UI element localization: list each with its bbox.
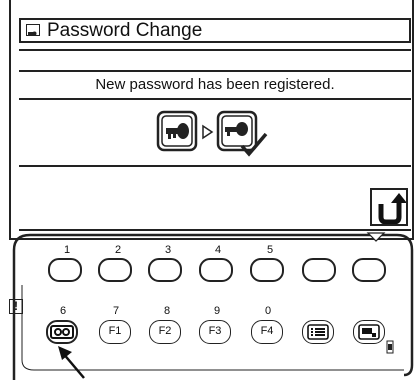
page-title: Password Change <box>47 20 203 41</box>
cassette-icon <box>50 325 74 339</box>
key-number-label: 1 <box>63 244 71 256</box>
divider <box>19 70 411 72</box>
key-status-graphic <box>156 110 268 157</box>
cassette-key[interactable] <box>46 320 78 344</box>
key-number-label: 7 <box>112 305 120 317</box>
key-number-label: 8 <box>163 305 171 317</box>
menu-list-icon <box>307 324 329 340</box>
divider <box>19 165 411 167</box>
warning-icon: ! <box>9 299 23 314</box>
status-message: New password has been registered. <box>95 76 335 93</box>
softkey-7[interactable] <box>352 258 386 282</box>
key-number-label: 0 <box>264 305 272 317</box>
softkey-1[interactable] <box>48 258 82 282</box>
softkey-4[interactable] <box>199 258 233 282</box>
divider <box>19 98 411 100</box>
f2-key[interactable]: F2 <box>149 320 181 344</box>
softkey-6[interactable] <box>302 258 336 282</box>
divider <box>19 49 411 51</box>
title-bar: Password Change <box>19 18 411 43</box>
menu-key[interactable] <box>302 320 334 344</box>
key-check-icon <box>216 110 268 157</box>
display-screen: Password Change New password has been re… <box>9 0 414 240</box>
return-arrow-icon <box>378 193 407 225</box>
f4-key[interactable]: F4 <box>251 320 283 344</box>
key-number-label: 5 <box>266 244 274 256</box>
f1-key[interactable]: F1 <box>99 320 131 344</box>
key-number-label: 2 <box>114 244 122 256</box>
indicator-icon <box>386 340 394 354</box>
return-button[interactable] <box>370 188 408 226</box>
softkey-2[interactable] <box>98 258 132 282</box>
key-card-icon <box>26 24 40 36</box>
arrow-right-icon <box>202 124 214 140</box>
softkey-5[interactable] <box>250 258 284 282</box>
key-number-label: 6 <box>59 305 67 317</box>
key-locked-icon <box>156 110 198 152</box>
key-number-label: 4 <box>214 244 222 256</box>
key-number-label: 3 <box>164 244 172 256</box>
key-number-label: 9 <box>213 305 221 317</box>
softkey-3[interactable] <box>148 258 182 282</box>
pointer-arrow-icon <box>58 346 85 379</box>
monitor-key[interactable] <box>353 320 385 344</box>
monitor-icon <box>358 324 380 340</box>
f3-key[interactable]: F3 <box>199 320 231 344</box>
